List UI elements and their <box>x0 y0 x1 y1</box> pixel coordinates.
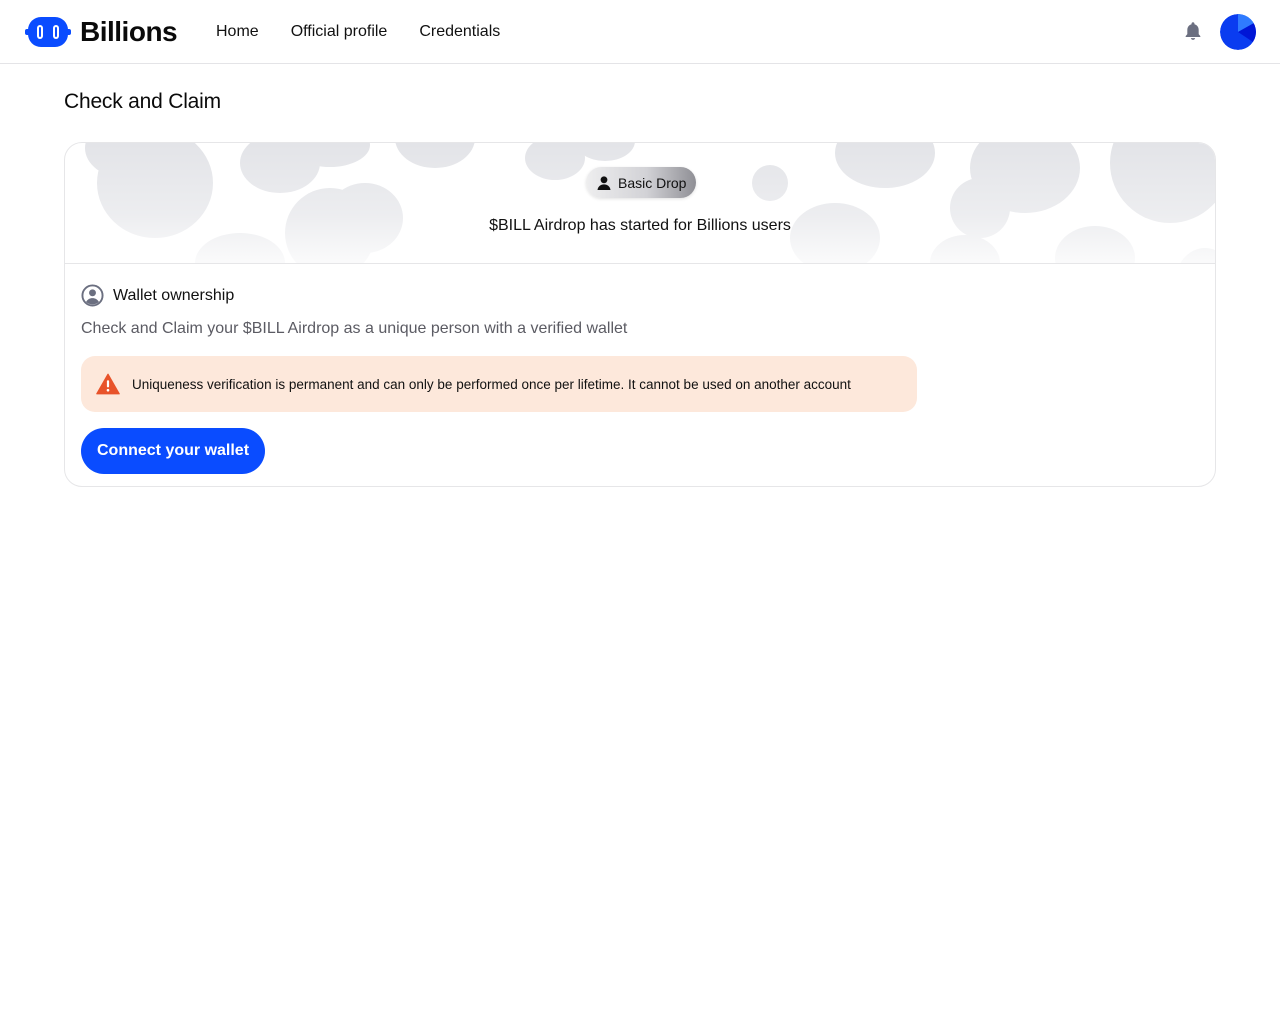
person-circle-icon <box>81 284 104 307</box>
nav-item-home[interactable]: Home <box>216 23 259 41</box>
page-title: Check and Claim <box>64 90 221 113</box>
airdrop-card: Basic Drop $BILL Airdrop has started for… <box>64 142 1216 487</box>
nav-item-official-profile[interactable]: Official profile <box>291 23 388 41</box>
brand-logo[interactable]: Billions <box>24 14 178 50</box>
avatar[interactable] <box>1220 14 1256 50</box>
wallet-ownership-heading: Wallet ownership <box>81 284 234 307</box>
top-navigation-bar: Billions Home Official profile Credentia… <box>0 0 1280 64</box>
airdrop-announcement: $BILL Airdrop has started for Billions u… <box>489 217 791 234</box>
brand-name: Billions <box>80 16 178 47</box>
main-nav: Home Official profile Credentials <box>216 0 500 64</box>
hero-fade-overlay <box>65 143 1215 263</box>
section-title: Wallet ownership <box>113 286 235 304</box>
user-icon <box>597 175 611 190</box>
badge-label: Basic Drop <box>618 174 687 191</box>
warning-triangle-icon <box>96 373 120 395</box>
section-description: Check and Claim your $BILL Airdrop as a … <box>81 320 628 337</box>
warning-text: Uniqueness verification is permanent and… <box>132 376 851 392</box>
uniqueness-warning-banner: Uniqueness verification is permanent and… <box>81 356 917 412</box>
airdrop-hero-banner: Basic Drop $BILL Airdrop has started for… <box>65 143 1215 264</box>
basic-drop-badge: Basic Drop <box>586 167 697 198</box>
connect-wallet-button[interactable]: Connect your wallet <box>81 428 266 474</box>
nav-item-credentials[interactable]: Credentials <box>419 23 500 41</box>
billions-logo-icon <box>25 17 71 47</box>
bell-icon[interactable] <box>1182 20 1204 42</box>
